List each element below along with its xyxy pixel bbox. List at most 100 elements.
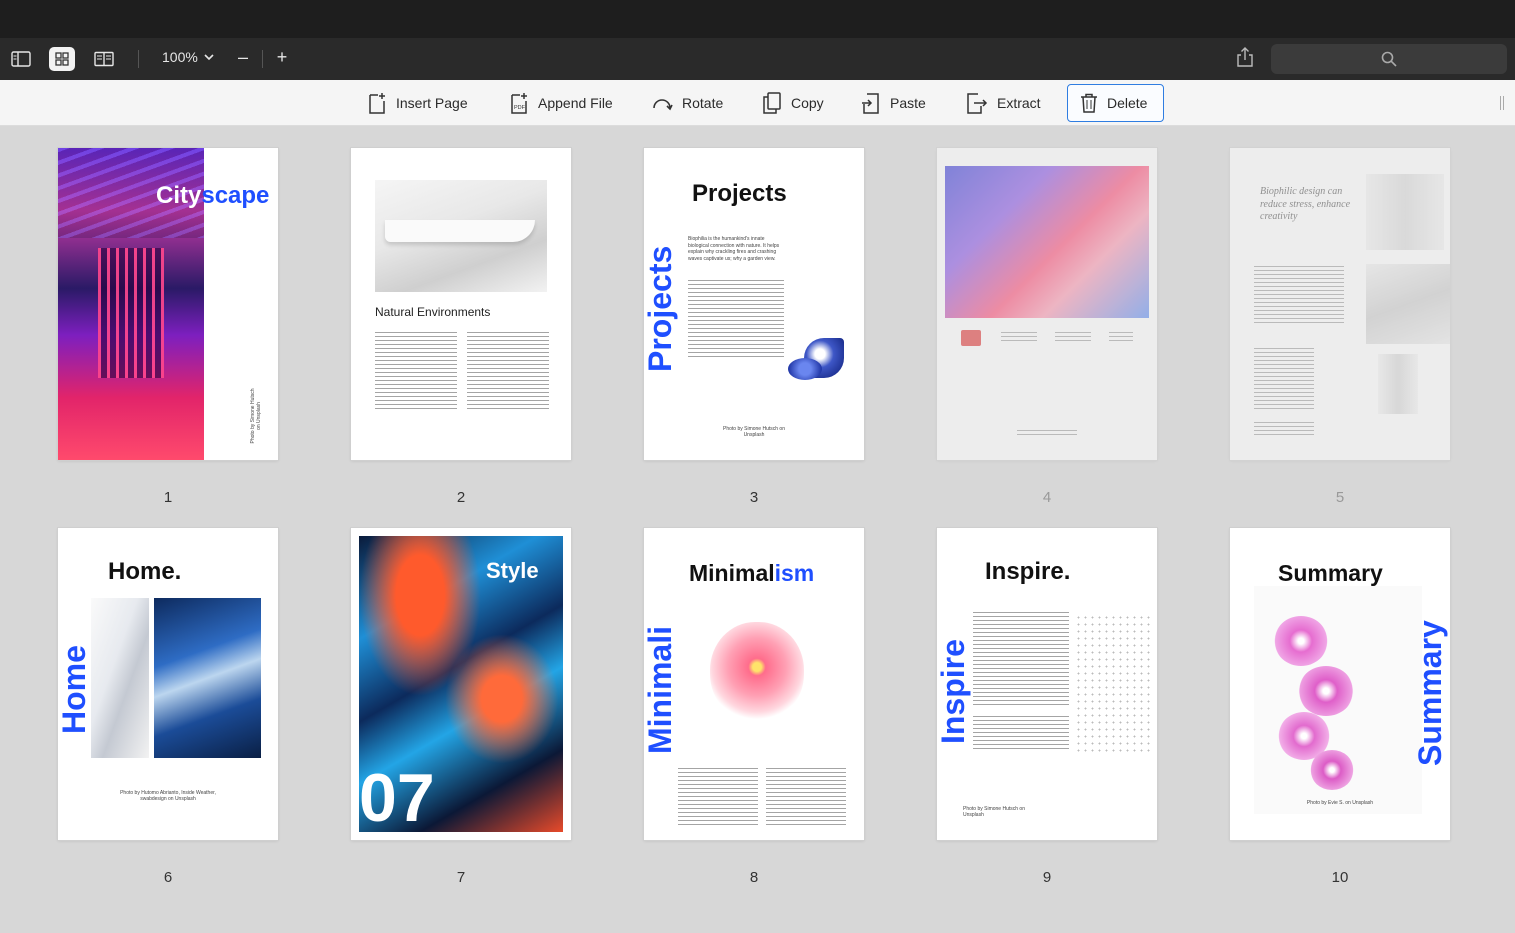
text-block — [1254, 266, 1344, 324]
architecture-photo — [1366, 264, 1450, 344]
page-title: Home. — [108, 558, 181, 586]
zoom-value: 100% — [162, 49, 198, 65]
two-page-view-button[interactable] — [91, 47, 117, 71]
toolbar-divider — [138, 50, 139, 68]
page-number: 4 — [1042, 489, 1052, 506]
share-button[interactable] — [1236, 47, 1256, 69]
trash-icon — [1081, 93, 1097, 113]
architecture-photo — [91, 598, 149, 758]
vertical-title: Home — [58, 645, 92, 734]
page-number: 6 — [163, 869, 173, 886]
page-title: Biophilic design can reduce stress, enha… — [1260, 186, 1351, 222]
text-column — [375, 332, 457, 410]
vertical-title: Inspire — [937, 639, 971, 744]
copy-button[interactable]: Copy — [749, 84, 837, 122]
text-block — [1254, 422, 1314, 438]
ice-photo — [154, 598, 261, 758]
big-number: 07 — [359, 760, 435, 836]
chevron-down-icon — [204, 53, 214, 60]
insert-page-button[interactable]: Insert Page — [354, 84, 481, 122]
flower-image — [710, 622, 804, 722]
append-pdf-icon: PDF — [511, 93, 527, 114]
page-thumbnail-1[interactable]: Cityscape Photo by Simone Hutsch on Unsp… — [58, 148, 278, 460]
delete-button[interactable]: Delete — [1067, 84, 1164, 122]
page-title: Natural Environments — [375, 305, 491, 319]
insert-page-label: Insert Page — [396, 95, 468, 111]
sidebar-icon — [11, 51, 31, 67]
architecture-photo — [1378, 354, 1418, 414]
extract-icon — [967, 93, 988, 114]
page-number: 9 — [1042, 869, 1052, 886]
page-title: Projects — [692, 180, 787, 207]
delete-label: Delete — [1107, 95, 1148, 111]
text-snippet — [1001, 332, 1037, 342]
page-thumbnail-2[interactable]: Natural Environments — [351, 148, 571, 460]
copy-icon — [763, 92, 781, 114]
rotate-button[interactable]: Rotate — [638, 84, 736, 122]
search-icon — [1381, 51, 1397, 67]
page-number: 7 — [456, 869, 466, 886]
photo-caption: Photo by Hutomo Abrianto, Inside Weather… — [120, 790, 216, 802]
vertical-title: Projects — [644, 245, 678, 372]
page-edit-toolbar: Insert Page PDF Append File Rotate Copy … — [0, 80, 1515, 126]
rotate-icon — [653, 99, 673, 111]
page-title: Cityscape — [156, 182, 270, 209]
zoom-dropdown[interactable]: 100% — [162, 49, 214, 65]
page-number: 10 — [1331, 869, 1349, 886]
page-title-text: Home. — [108, 558, 182, 585]
page-thumbnail-7[interactable]: Style 07 — [351, 528, 571, 840]
text-column — [678, 768, 758, 826]
text-column — [467, 332, 549, 410]
photo-caption: Photo by Simone Hutsch on Unsplash — [723, 426, 785, 438]
text-snippet — [1055, 332, 1091, 342]
main-toolbar: 100% – + — [0, 38, 1515, 80]
iris-flower-image — [784, 328, 864, 398]
zoom-in-button[interactable]: + — [270, 47, 294, 68]
extract-label: Extract — [997, 95, 1041, 111]
page-thumbnail-9[interactable]: Inspire. Inspire Photo by Simone Hutsch … — [937, 528, 1157, 840]
page-title: Minimalism — [689, 560, 815, 586]
page-number: 2 — [456, 489, 466, 506]
insert-page-icon — [369, 93, 385, 114]
text-block — [973, 612, 1069, 708]
page-thumbnail-4[interactable] — [937, 148, 1157, 460]
append-file-button[interactable]: PDF Append File — [496, 84, 626, 122]
text-block — [973, 716, 1069, 750]
svg-text:PDF: PDF — [514, 105, 526, 111]
page-thumbnail-8[interactable]: Minimalism Minimali — [644, 528, 864, 840]
rotate-label: Rotate — [682, 95, 724, 111]
text-block — [1254, 348, 1314, 412]
page-thumbnail-10[interactable]: Summary Summary Photo by Evie S. on Unsp… — [1230, 528, 1450, 840]
page-thumbnail-5[interactable]: Biophilic design can reduce stress, enha… — [1230, 148, 1450, 460]
search-input[interactable] — [1271, 44, 1507, 74]
sidebar-toggle-button[interactable] — [8, 47, 34, 71]
photo-caption: Photo by Evie S. on Unsplash — [1306, 800, 1374, 806]
page-thumbnail-3[interactable]: Projects Projects Biophilia is the human… — [644, 148, 864, 460]
architecture-photo — [375, 180, 547, 292]
copy-label: Copy — [791, 95, 824, 111]
book-icon — [94, 51, 114, 67]
abstract-gradient-image — [945, 166, 1149, 318]
zoom-out-button[interactable]: – — [231, 47, 255, 68]
paste-label: Paste — [890, 95, 926, 111]
vertical-title: Minimali — [644, 625, 678, 754]
architecture-photo — [1366, 174, 1444, 250]
page-number: 3 — [749, 489, 759, 506]
append-file-label: Append File — [538, 95, 613, 111]
vertical-title: Summary — [1412, 620, 1448, 766]
text-snippet — [1109, 332, 1133, 342]
orchid-photo — [1254, 586, 1422, 814]
share-icon — [1237, 47, 1253, 67]
text-snippet — [1017, 430, 1077, 438]
toolbar-overflow-handle[interactable] — [1500, 96, 1504, 110]
photo-caption: Photo by Simone Hutsch on Unsplash — [963, 806, 1025, 818]
page-title: Summary — [1278, 560, 1383, 586]
page-title: Style — [486, 558, 539, 583]
grid-view-button[interactable] — [49, 47, 75, 71]
page-number: 5 — [1335, 489, 1345, 506]
extract-button[interactable]: Extract — [953, 84, 1054, 122]
text-block — [688, 280, 784, 360]
logo-mark — [961, 330, 981, 346]
page-thumbnail-6[interactable]: Home. Home Photo by Hutomo Abrianto, Ins… — [58, 528, 278, 840]
paste-button[interactable]: Paste — [848, 84, 939, 122]
